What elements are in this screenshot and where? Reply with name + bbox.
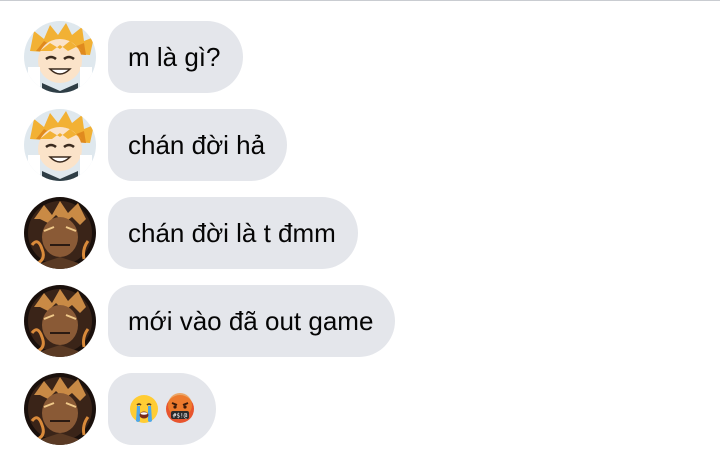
zenitsu-dark-avatar[interactable] bbox=[24, 373, 96, 445]
message-text: chán đời là t đmm bbox=[128, 217, 336, 248]
message-bubble[interactable]: mới vào đã out game bbox=[108, 285, 396, 357]
zenitsu-smiling-avatar[interactable] bbox=[24, 21, 96, 93]
message-row: chán đời hả bbox=[24, 109, 288, 181]
message-row: chán đời là t đmm bbox=[24, 197, 358, 269]
message-text: m là gì? bbox=[128, 41, 221, 72]
chat-thread: m là gì? chán đời hả chán đời là t đmm m… bbox=[0, 1, 720, 450]
loudly-crying-face-emoji bbox=[128, 393, 160, 425]
svg-text:#$!@: #$!@ bbox=[173, 413, 188, 420]
face-with-symbols-on-mouth-emoji: #$!@ bbox=[164, 393, 196, 425]
message-text: mới vào đã out game bbox=[128, 305, 374, 336]
message-text: chán đời hả bbox=[128, 129, 266, 160]
message-row: #$!@ bbox=[24, 373, 216, 445]
zenitsu-dark-avatar[interactable] bbox=[24, 197, 96, 269]
message-bubble[interactable]: m là gì? bbox=[108, 21, 243, 93]
message-bubble[interactable]: chán đời hả bbox=[108, 109, 288, 181]
zenitsu-smiling-avatar[interactable] bbox=[24, 109, 96, 181]
message-bubble[interactable]: chán đời là t đmm bbox=[108, 197, 358, 269]
message-row: mới vào đã out game bbox=[24, 285, 396, 357]
zenitsu-dark-avatar[interactable] bbox=[24, 285, 96, 357]
message-row: m là gì? bbox=[24, 21, 243, 93]
message-bubble[interactable]: #$!@ bbox=[108, 373, 216, 445]
